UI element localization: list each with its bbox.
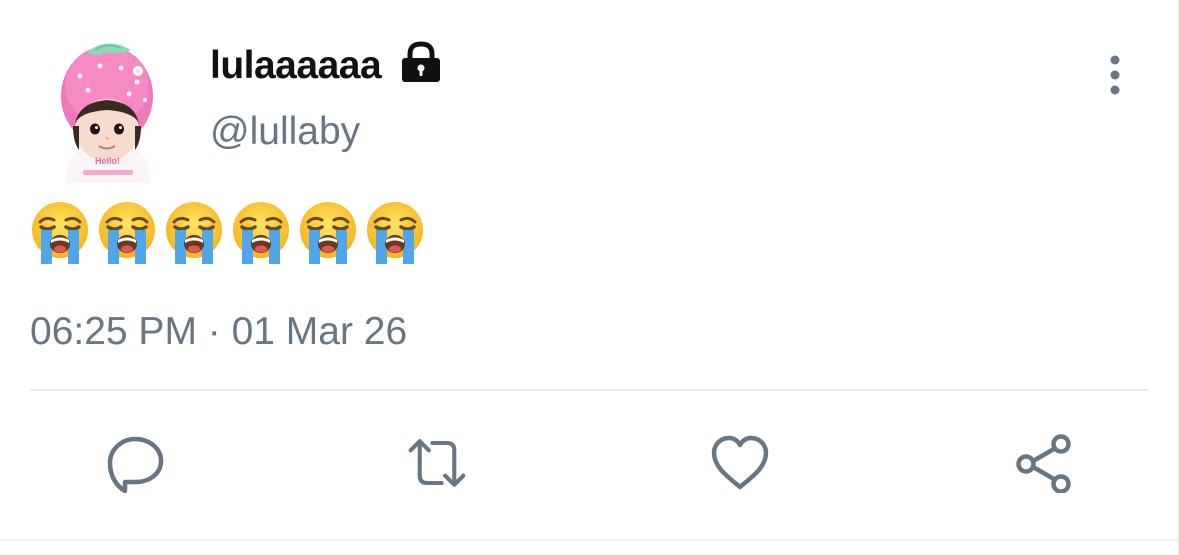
card-bottom-edge (0, 539, 1179, 541)
loudly-crying-face-emoji (166, 202, 222, 264)
divider (30, 389, 1148, 391)
more-vertical-icon[interactable] (1098, 52, 1132, 98)
loudly-crying-face-emoji (233, 202, 289, 264)
retweet-icon (408, 439, 466, 487)
tweet-text (30, 200, 425, 272)
share-button[interactable] (1011, 432, 1077, 494)
tweet-timestamp: 06:25 PM · 01 Mar 26 (30, 310, 408, 353)
loudly-crying-face-emoji (99, 202, 155, 264)
reply-icon (107, 436, 164, 493)
avatar-shirt-text: Hello! (95, 156, 120, 166)
retweet-button[interactable] (404, 432, 470, 494)
loudly-crying-face-emoji (367, 202, 423, 264)
like-button[interactable] (707, 432, 773, 494)
share-icon (1016, 434, 1071, 493)
avatar-image: Hello! (61, 43, 153, 183)
lock-icon (400, 40, 442, 84)
display-name[interactable]: lulaaaaaa (210, 42, 382, 90)
tweet-text-source: 😭😭😭😭😭😭 (0, 0, 1, 1)
avatar[interactable]: Hello! (55, 38, 165, 183)
tweet-card: Hello! lulaaaaaa @lullaby 😭😭😭😭😭😭 06:25 P… (0, 0, 1179, 555)
reply-button[interactable] (102, 432, 168, 494)
loudly-crying-face-emoji (300, 202, 356, 264)
heart-icon (711, 435, 769, 490)
user-handle[interactable]: @lullaby (210, 108, 360, 156)
loudly-crying-face-emoji (32, 202, 88, 264)
